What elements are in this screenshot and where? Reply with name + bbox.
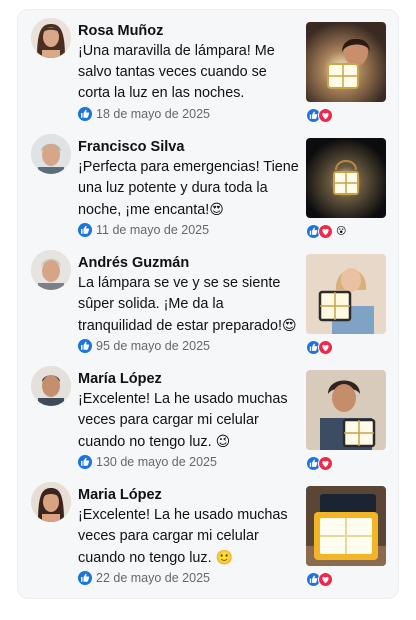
review-date: 11 de mayo de 2025 [78, 223, 209, 237]
reactions[interactable]: 😮 [306, 223, 347, 239]
reviewer-name[interactable]: Andrés Guzmán [78, 255, 189, 271]
review-date: 18 de mayo de 2025 [78, 107, 210, 121]
review-item: Francisco Silva ¡Perfecta para emergenci… [18, 126, 398, 239]
thumbs-up-icon [78, 223, 92, 237]
heart-icon [318, 455, 333, 471]
avatar[interactable] [31, 18, 71, 58]
reactions[interactable] [306, 107, 333, 123]
heart-icon [318, 223, 333, 239]
review-date: 22 de mayo de 2025 [78, 571, 210, 585]
review-item: Rosa Muñoz ¡Una maravilla de lámpara! Me… [18, 10, 398, 123]
heart-icon [318, 339, 333, 355]
review-item: María López ¡Excelente! La he usado much… [18, 358, 398, 471]
thumbs-up-icon [78, 571, 92, 585]
review-text: ¡Excelente! La he usado muchas veces par… [78, 391, 288, 450]
reactions[interactable] [306, 571, 333, 587]
review-item: Maria López ¡Excelente! La he usado much… [18, 474, 398, 587]
reactions[interactable] [306, 455, 333, 471]
emoji: 😍 [282, 317, 297, 333]
review-photo[interactable] [306, 486, 386, 566]
thumbs-up-icon [78, 455, 92, 469]
thumbs-up-icon [78, 107, 92, 121]
reviewer-name[interactable]: Maria López [78, 487, 162, 503]
review-text: ¡Una maravilla de lámpara! Me salvo tant… [78, 43, 275, 101]
avatar[interactable] [31, 250, 71, 290]
wow-reaction-icon: 😮 [336, 225, 347, 237]
avatar[interactable] [31, 366, 71, 406]
reactions[interactable] [306, 339, 333, 355]
emoji: 😉 [215, 433, 231, 449]
reviewer-name[interactable]: María López [78, 371, 162, 387]
review-text: La lámpara se ve y se se siente sûper so… [78, 275, 297, 334]
reviewer-name[interactable]: Francisco Silva [78, 139, 184, 155]
reviews-card: Rosa Muñoz ¡Una maravilla de lámpara! Me… [18, 10, 398, 598]
heart-icon [318, 107, 333, 123]
reviewer-name[interactable]: Rosa Muñoz [78, 23, 163, 39]
review-date: 130 de mayo de 2025 [78, 455, 217, 469]
review-photo[interactable] [306, 22, 386, 102]
review-text: ¡Perfecta para emergencias! Tiene una lu… [78, 159, 299, 218]
thumbs-up-icon [78, 339, 92, 353]
avatar[interactable] [31, 134, 71, 174]
heart-icon [318, 571, 333, 587]
review-item: Andrés Guzmán La lámpara se ve y se se s… [18, 242, 398, 355]
avatar[interactable] [31, 482, 71, 522]
emoji: 🙂 [215, 549, 234, 565]
review-text: ¡Excelente! La he usado muchas veces par… [78, 507, 288, 566]
review-photo[interactable] [306, 138, 386, 218]
review-date: 95 de mayo de 2025 [78, 339, 210, 353]
emoji: 😍 [209, 201, 224, 217]
review-photo[interactable] [306, 254, 386, 334]
review-photo[interactable] [306, 370, 386, 450]
